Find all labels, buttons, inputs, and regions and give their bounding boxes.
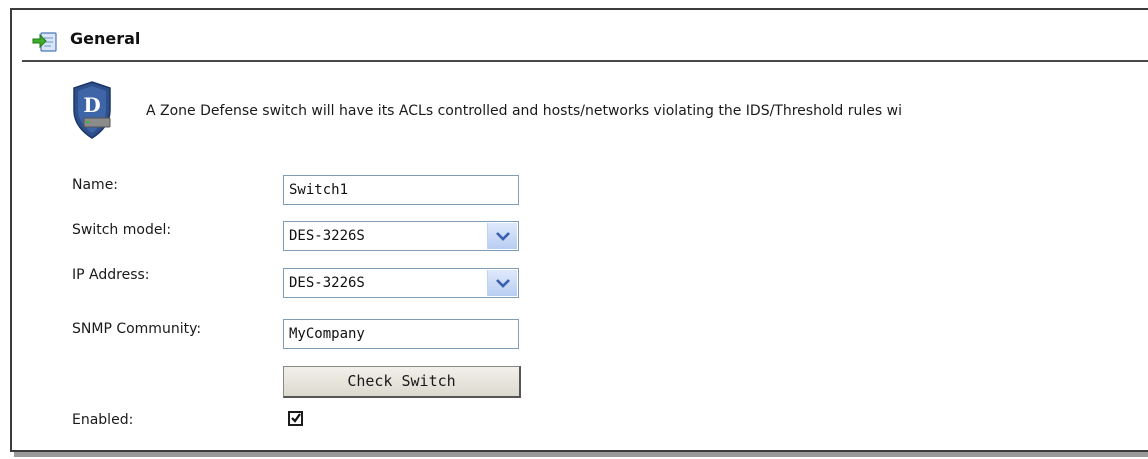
snmp-community-input[interactable]: MyCompany <box>283 319 519 349</box>
chevron-down-icon[interactable] <box>487 270 517 296</box>
section-title: General <box>70 29 141 48</box>
d-link-shield-icon: D <box>72 80 112 140</box>
section-header: General <box>22 20 1148 62</box>
general-panel <box>10 8 1148 452</box>
switch-model-label: Switch model: <box>72 222 172 238</box>
panel-shadow <box>14 452 1148 457</box>
check-switch-button[interactable]: Check Switch <box>283 366 521 398</box>
enabled-label: Enabled: <box>72 412 134 428</box>
chevron-down-icon[interactable] <box>487 223 517 249</box>
ip-address-select[interactable]: DES-3226S <box>283 268 519 298</box>
description-text: A Zone Defense switch will have its ACLs… <box>146 103 902 119</box>
name-input[interactable]: Switch1 <box>283 175 519 205</box>
name-label: Name: <box>72 177 119 193</box>
enabled-checkbox[interactable] <box>288 411 303 426</box>
switch-model-value: DES-3226S <box>289 228 365 244</box>
switch-model-select[interactable]: DES-3226S <box>283 221 519 251</box>
ip-address-value: DES-3226S <box>289 275 365 291</box>
ip-address-label: IP Address: <box>72 267 150 283</box>
snmp-community-label: SNMP Community: <box>72 321 202 337</box>
checkmark-icon <box>291 413 301 423</box>
edit-arrow-icon <box>32 29 58 53</box>
svg-text:D: D <box>83 93 100 117</box>
